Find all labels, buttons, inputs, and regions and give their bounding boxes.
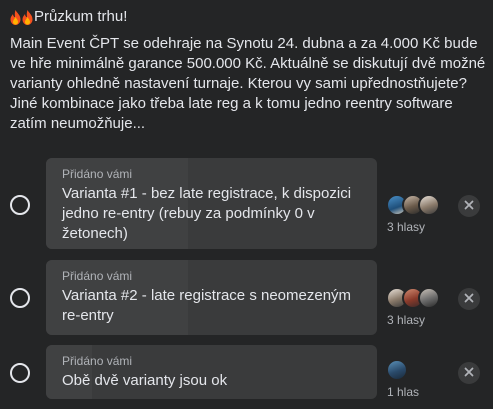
post-body: Main Event ČPT se odehraje na Synotu 24.…	[10, 35, 486, 132]
avatar[interactable]	[418, 194, 440, 216]
close-icon	[464, 364, 474, 382]
avatar[interactable]	[386, 359, 408, 381]
close-icon	[464, 197, 474, 215]
fire-icon	[10, 9, 21, 25]
vote-count[interactable]: 3 hlasy	[387, 219, 425, 235]
option-radio[interactable]	[10, 195, 30, 215]
voter-avatars[interactable]	[386, 359, 408, 381]
voter-avatars[interactable]	[386, 194, 440, 216]
fire-icon	[22, 9, 33, 25]
option-card[interactable]: Přidáno vámi Obě dvě varianty jsou ok	[46, 345, 377, 399]
added-by-label: Přidáno vámi	[62, 269, 133, 283]
option-radio[interactable]	[10, 363, 30, 383]
added-by-label: Přidáno vámi	[62, 167, 133, 181]
option-text: Varianta #2 - late registrace s neomezen…	[62, 287, 352, 324]
remove-option-button[interactable]	[458, 288, 480, 310]
option-text: Obě dvě varianty jsou ok	[62, 372, 228, 389]
option-radio[interactable]	[10, 288, 30, 308]
option-card[interactable]: Přidáno vámi Varianta #2 - late registra…	[46, 260, 377, 335]
added-by-label: Přidáno vámi	[62, 354, 133, 368]
poll-post: Průzkum trhu! Main Event ČPT se odehraje…	[0, 0, 493, 409]
post-title-row: Průzkum trhu!	[10, 7, 127, 27]
close-icon	[464, 290, 474, 308]
voter-avatars[interactable]	[386, 287, 440, 309]
avatar[interactable]	[418, 287, 440, 309]
remove-option-button[interactable]	[458, 195, 480, 217]
post-title: Průzkum trhu!	[34, 8, 128, 25]
option-card[interactable]: Přidáno vámi Varianta #1 - bez late regi…	[46, 158, 377, 249]
vote-count[interactable]: 1 hlas	[387, 384, 419, 400]
remove-option-button[interactable]	[458, 362, 480, 384]
option-text: Varianta #1 - bez late registrace, k dis…	[62, 185, 352, 242]
vote-count[interactable]: 3 hlasy	[387, 312, 425, 328]
